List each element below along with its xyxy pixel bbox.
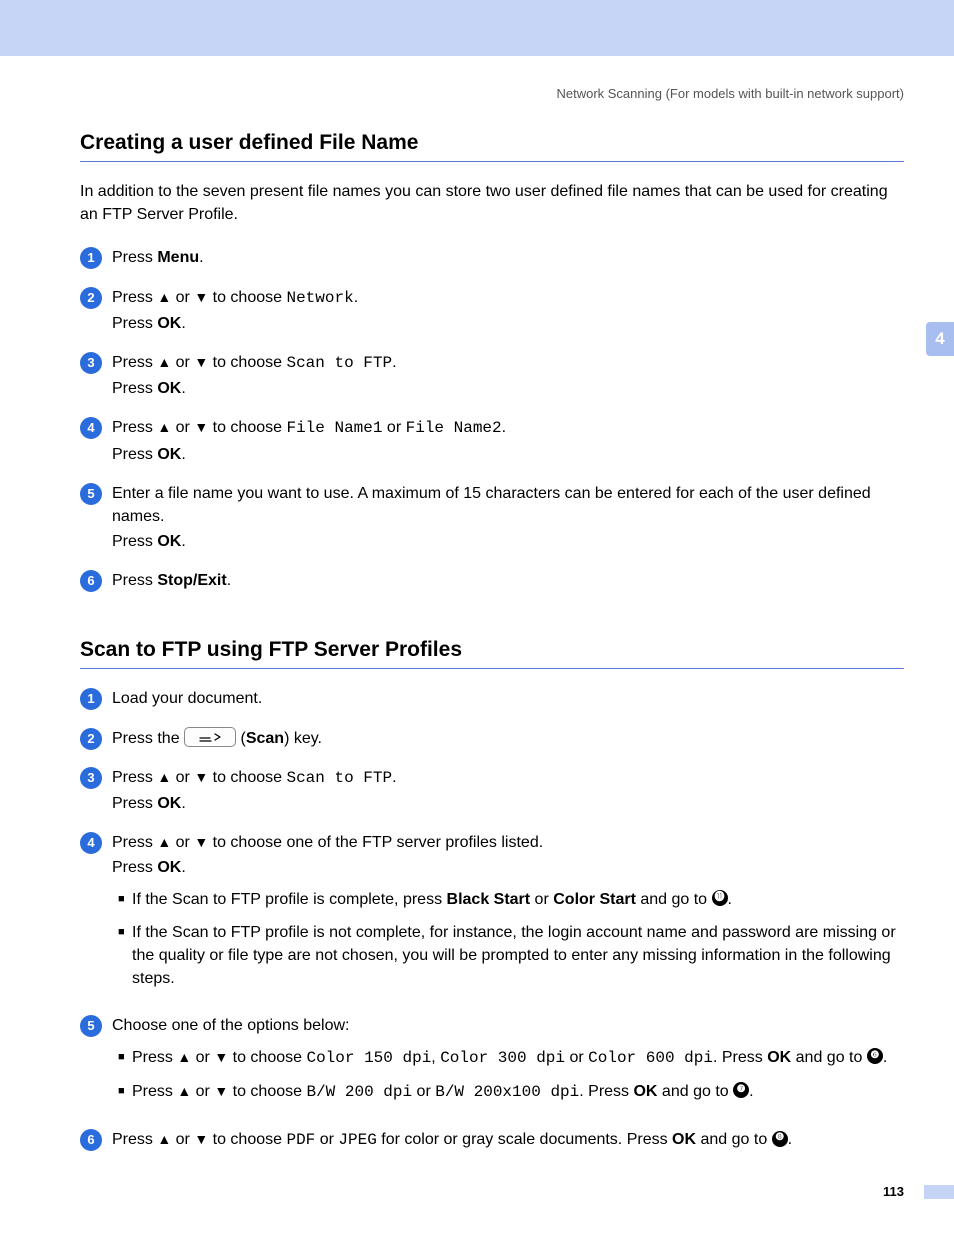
s1-step2: 2 Press ▲ or ▼ to choose Network. Press … [80, 286, 904, 337]
step-bullet: 2 [80, 287, 102, 309]
s2-step5: 5 Choose one of the options below: ■Pres… [80, 1014, 904, 1114]
down-arrow-icon: ▼ [194, 289, 208, 305]
section-title-2: Scan to FTP using FTP Server Profiles [80, 638, 904, 669]
step-bullet: 3 [80, 352, 102, 374]
header-bar [0, 0, 954, 56]
s1-step4: 4 Press ▲ or ▼ to choose File Name1 or F… [80, 416, 904, 467]
ref-7-icon: ❼ [733, 1082, 749, 1098]
ref-6-icon: ❻ [867, 1048, 883, 1064]
s1-step6: 6 Press Stop/Exit. [80, 569, 904, 594]
s1-step3: 3 Press ▲ or ▼ to choose Scan to FTP. Pr… [80, 351, 904, 402]
s2-step2: 2 Press the (Scan) key. [80, 727, 904, 752]
s2-step3: 3 Press ▲ or ▼ to choose Scan to FTP. Pr… [80, 766, 904, 817]
page-number: 113 [883, 1184, 904, 1199]
up-arrow-icon: ▲ [157, 419, 171, 435]
ref-11-icon: ⓫ [712, 890, 728, 906]
up-arrow-icon: ▲ [177, 1083, 191, 1099]
step-bullet: 6 [80, 570, 102, 592]
step-bullet: 5 [80, 1015, 102, 1037]
up-arrow-icon: ▲ [157, 769, 171, 785]
breadcrumb: Network Scanning (For models with built-… [0, 56, 954, 101]
step-bullet: 6 [80, 1129, 102, 1151]
s2-step4: 4 Press ▲ or ▼ to choose one of the FTP … [80, 831, 904, 1000]
up-arrow-icon: ▲ [157, 289, 171, 305]
step-bullet: 5 [80, 483, 102, 505]
s1-step5: 5 Enter a file name you want to use. A m… [80, 482, 904, 556]
step-bullet: 4 [80, 417, 102, 439]
bullet-icon: ■ [118, 1084, 132, 1100]
step-bullet: 3 [80, 767, 102, 789]
down-arrow-icon: ▼ [194, 1131, 208, 1147]
down-arrow-icon: ▼ [214, 1083, 228, 1099]
step-bullet: 1 [80, 247, 102, 269]
ref-8-icon: ❽ [772, 1131, 788, 1147]
bullet-icon: ■ [118, 1050, 132, 1066]
step-bullet: 2 [80, 728, 102, 750]
down-arrow-icon: ▼ [194, 834, 208, 850]
section-title-1: Creating a user defined File Name [80, 131, 904, 162]
down-arrow-icon: ▼ [194, 354, 208, 370]
down-arrow-icon: ▼ [194, 769, 208, 785]
up-arrow-icon: ▲ [157, 354, 171, 370]
down-arrow-icon: ▼ [194, 419, 208, 435]
bullet-icon: ■ [118, 925, 132, 941]
page-accent [924, 1185, 954, 1199]
s1-step1: 1 Press Menu. [80, 246, 904, 271]
up-arrow-icon: ▲ [157, 1131, 171, 1147]
page-content: Creating a user defined File Name In add… [0, 101, 954, 1154]
s2-step6: 6 Press ▲ or ▼ to choose PDF or JPEG for… [80, 1128, 904, 1154]
chapter-tab: 4 [926, 322, 954, 356]
down-arrow-icon: ▼ [214, 1049, 228, 1065]
step-bullet: 1 [80, 688, 102, 710]
up-arrow-icon: ▲ [157, 834, 171, 850]
s2-step1: 1 Load your document. [80, 687, 904, 712]
scan-key-icon [184, 727, 236, 747]
section1-intro: In addition to the seven present file na… [80, 180, 904, 226]
step-bullet: 4 [80, 832, 102, 854]
up-arrow-icon: ▲ [177, 1049, 191, 1065]
bullet-icon: ■ [118, 892, 132, 908]
